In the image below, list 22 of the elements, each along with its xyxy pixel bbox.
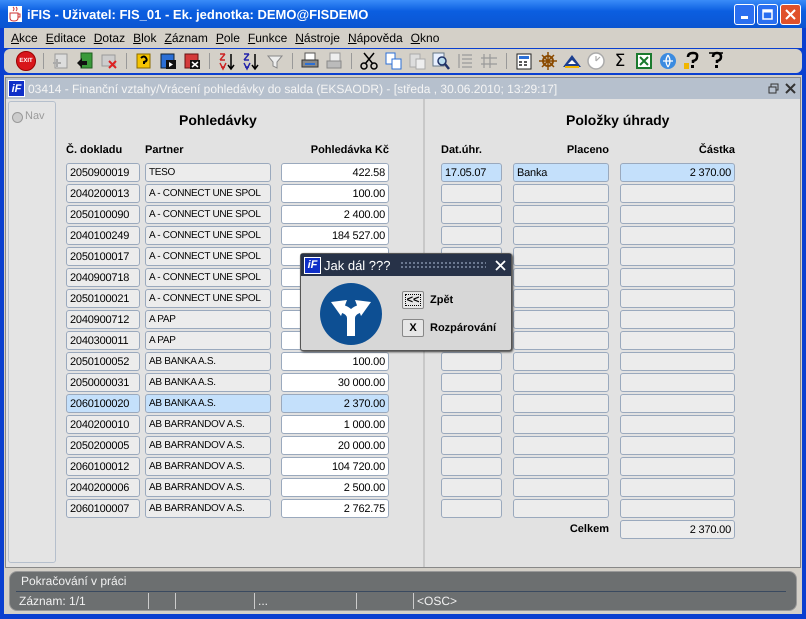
total-field: 2 370.00 xyxy=(620,520,735,539)
column-header: Částka xyxy=(698,144,735,158)
status-cell: ... xyxy=(255,593,357,609)
column-header: Partner xyxy=(145,144,185,158)
window-title: iFIS - Uživatel: FIS_01 - Ek. jednotka: DEMO@FISDEMO xyxy=(27,6,370,22)
column-header: Pohledávka Kč xyxy=(310,144,389,158)
nav-label: Nav xyxy=(25,110,45,122)
status-message: Pokračování v práci xyxy=(16,572,786,592)
column-header: Dat.úhr. xyxy=(441,144,483,158)
logo: iF xyxy=(304,256,321,274)
form-title: 03414 - Finanční vztahy/Vrácení pohledávky do salda (EKSAODR) - [středa , 30.06.2010; 13:29:17] xyxy=(28,82,558,96)
button-label: Rozpárování xyxy=(430,322,496,334)
logo: iF xyxy=(8,80,25,97)
section-title: Položky úhrady xyxy=(565,112,670,130)
status-cell-text: <OSC> xyxy=(416,593,458,609)
column-header: Č. dokladu xyxy=(66,144,124,158)
dialog-title: Jak dál ??? xyxy=(324,258,390,272)
column-header: Placeno xyxy=(566,144,609,158)
button-label: Zpět xyxy=(430,294,454,306)
total-label: Celkem xyxy=(568,522,609,537)
record-counter: Záznam: 1/1 xyxy=(16,593,149,609)
section-title: Pohledávky xyxy=(178,112,258,130)
